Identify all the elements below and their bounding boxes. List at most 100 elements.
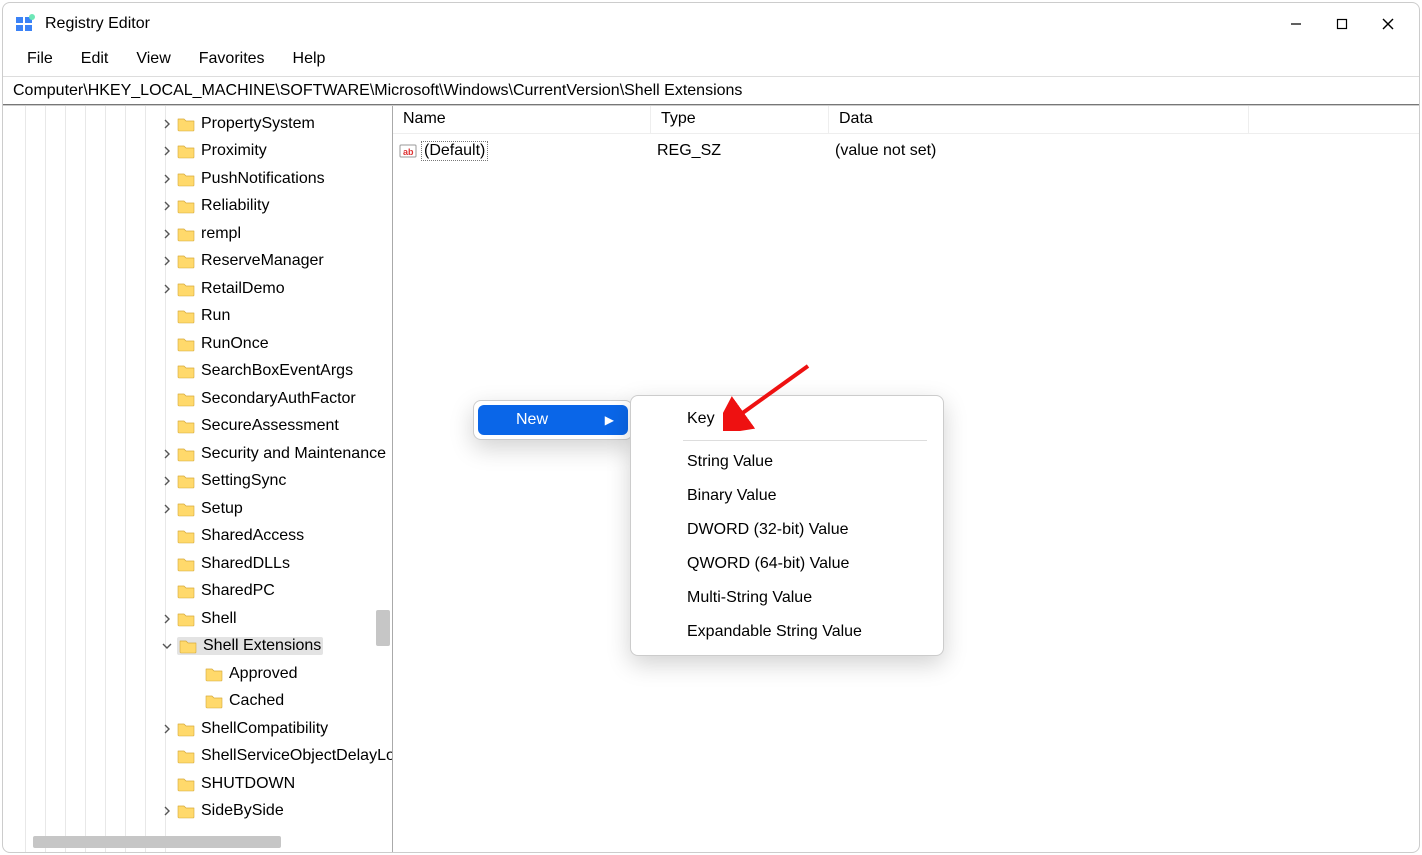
tree-node[interactable]: SecureAssessment [3, 413, 392, 441]
menu-favorites[interactable]: Favorites [185, 48, 279, 70]
tree-node[interactable]: Approved [3, 660, 392, 688]
tree-node[interactable]: SideBySide [3, 798, 392, 826]
folder-icon [177, 143, 195, 159]
tree-node[interactable]: ShellServiceObjectDelayLoad [3, 743, 392, 771]
value-type: REG_SZ [651, 142, 829, 160]
context-menu-item[interactable]: String Value [635, 445, 939, 479]
tree-node-label: Run [201, 307, 230, 325]
address-text: Computer\HKEY_LOCAL_MACHINE\SOFTWARE\Mic… [13, 82, 742, 100]
context-menu[interactable]: New ▶ [473, 400, 633, 440]
context-menu-item-label: DWORD (32-bit) Value [687, 521, 849, 539]
tree-horizontal-scrollbar[interactable] [19, 836, 369, 848]
tree-node-label: Shell [201, 610, 237, 628]
app-icon [15, 14, 35, 34]
tree-node[interactable]: rempl [3, 220, 392, 248]
tree-node[interactable]: Proximity [3, 138, 392, 166]
context-menu-item-label: Expandable String Value [687, 623, 862, 641]
tree-node[interactable]: RunOnce [3, 330, 392, 358]
column-data[interactable]: Data [829, 106, 1249, 133]
chevron-right-icon[interactable] [161, 255, 173, 267]
chevron-right-icon[interactable] [161, 228, 173, 240]
folder-icon [177, 721, 195, 737]
value-row[interactable]: ab(Default)REG_SZ(value not set) [393, 138, 1419, 164]
tree-pane: PropertySystemProximity PushNotifications… [3, 106, 393, 852]
tree-node-label: SettingSync [201, 472, 286, 490]
menu-help[interactable]: Help [279, 48, 340, 70]
tree-node[interactable]: Run [3, 303, 392, 331]
chevron-right-icon[interactable] [161, 173, 173, 185]
tree-node[interactable]: Security and Maintenance [3, 440, 392, 468]
chevron-right-icon[interactable] [161, 145, 173, 157]
address-bar[interactable]: Computer\HKEY_LOCAL_MACHINE\SOFTWARE\Mic… [3, 77, 1419, 105]
maximize-button[interactable] [1319, 3, 1365, 45]
column-name[interactable]: Name [393, 106, 651, 133]
context-menu-item[interactable]: QWORD (64-bit) Value [635, 547, 939, 581]
menu-view[interactable]: View [122, 48, 184, 70]
tree-node[interactable]: ReserveManager [3, 248, 392, 276]
folder-icon [177, 776, 195, 792]
tree-node[interactable]: SharedPC [3, 578, 392, 606]
tree-node[interactable]: SearchBoxEventArgs [3, 358, 392, 386]
folder-icon [205, 693, 223, 709]
chevron-right-icon[interactable] [161, 475, 173, 487]
tree-node-label: SHUTDOWN [201, 775, 295, 793]
folder-icon [177, 391, 195, 407]
chevron-right-icon[interactable] [161, 200, 173, 212]
minimize-button[interactable] [1273, 3, 1319, 45]
tree-node[interactable]: SHUTDOWN [3, 770, 392, 798]
tree-node[interactable]: SharedDLLs [3, 550, 392, 578]
context-menu-item[interactable]: Binary Value [635, 479, 939, 513]
tree-node-label: ShellCompatibility [201, 720, 328, 738]
context-menu-item[interactable]: Expandable String Value [635, 615, 939, 649]
folder-icon [177, 281, 195, 297]
chevron-right-icon[interactable] [161, 805, 173, 817]
chevron-right-icon[interactable] [161, 613, 173, 625]
column-type[interactable]: Type [651, 106, 829, 133]
tree-node[interactable]: RetailDemo [3, 275, 392, 303]
tree-node[interactable]: Shell Extensions [3, 633, 392, 661]
tree-node-label: RetailDemo [201, 280, 285, 298]
menu-file[interactable]: File [13, 48, 67, 70]
folder-icon [177, 418, 195, 434]
folder-icon [177, 583, 195, 599]
chevron-right-icon[interactable] [161, 283, 173, 295]
tree-node-label: Security and Maintenance [201, 445, 386, 463]
close-button[interactable] [1365, 3, 1411, 45]
submenu-arrow-icon: ▶ [605, 413, 614, 427]
tree-node-label: PushNotifications [201, 170, 325, 188]
tree-node[interactable]: SharedAccess [3, 523, 392, 551]
menu-edit[interactable]: Edit [67, 48, 123, 70]
context-menu-item[interactable]: Key [635, 402, 939, 436]
tree-node-label: SideBySide [201, 802, 284, 820]
chevron-right-icon[interactable] [161, 723, 173, 735]
chevron-down-icon[interactable] [161, 640, 173, 652]
tree-node[interactable]: Shell [3, 605, 392, 633]
folder-icon [177, 473, 195, 489]
tree-node[interactable]: Setup [3, 495, 392, 523]
context-menu-item[interactable]: DWORD (32-bit) Value [635, 513, 939, 547]
tree-node[interactable]: SecondaryAuthFactor [3, 385, 392, 413]
menubar: File Edit View Favorites Help [3, 45, 1419, 77]
tree-node[interactable]: PropertySystem [3, 110, 392, 138]
folder-icon [177, 198, 195, 214]
tree-node-label: SharedDLLs [201, 555, 290, 573]
tree-node[interactable]: SettingSync [3, 468, 392, 496]
context-menu-item-new[interactable]: New ▶ [478, 405, 628, 435]
folder-icon [179, 638, 197, 654]
window-title: Registry Editor [45, 15, 150, 33]
folder-icon [177, 611, 195, 627]
context-submenu-new[interactable]: Key String ValueBinary Value DWORD (32-bit… [630, 395, 944, 656]
tree-node[interactable]: ShellCompatibility [3, 715, 392, 743]
tree-vertical-scrollbar[interactable] [376, 610, 390, 646]
chevron-right-icon[interactable] [161, 503, 173, 515]
folder-icon [177, 336, 195, 352]
chevron-right-icon[interactable] [161, 448, 173, 460]
chevron-right-icon[interactable] [161, 118, 173, 130]
value-name: (Default) [421, 141, 488, 161]
context-menu-item[interactable]: Multi-String Value [635, 581, 939, 615]
tree-node-label: SharedAccess [201, 527, 304, 545]
tree-node[interactable]: PushNotifications [3, 165, 392, 193]
tree-node[interactable]: Reliability [3, 193, 392, 221]
tree-node-label: Cached [229, 692, 284, 710]
tree-node[interactable]: Cached [3, 688, 392, 716]
